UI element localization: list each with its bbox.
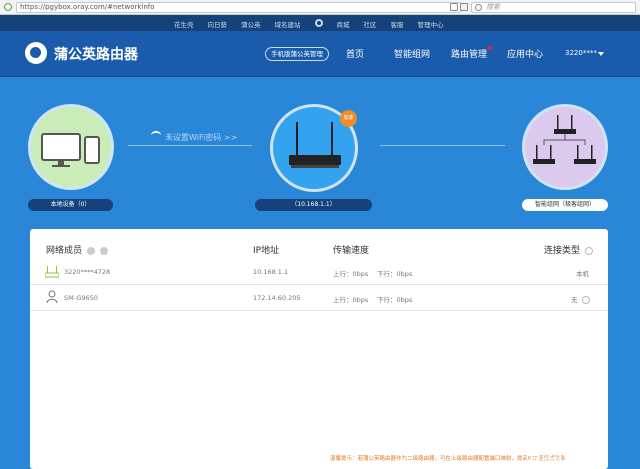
ip-header: IP地址 xyxy=(253,246,280,256)
member-upload: 上行：0bps xyxy=(333,296,369,304)
table-row[interactable]: 3220****4728 10.168.1.1 上行：0bps 下行：0bps … xyxy=(30,259,608,285)
help-icon[interactable] xyxy=(584,246,593,255)
smart-network-node[interactable] xyxy=(522,104,608,190)
connector-line-right xyxy=(380,145,505,146)
connector-line-left xyxy=(128,145,252,146)
oray-circle-icon[interactable] xyxy=(314,19,323,27)
member-name: 3220****4728 xyxy=(64,268,111,276)
member-download: 下行：0bps xyxy=(377,296,413,304)
member-conn-type: 本机 xyxy=(576,270,589,278)
members-panel: 网络成员 IP地址 传输速度 连接类型 3220****4728 10.168.… xyxy=(30,229,608,469)
local-devices-node[interactable] xyxy=(28,104,114,190)
topbar-link-xrk[interactable]: 向日葵 xyxy=(208,19,228,29)
search-icon xyxy=(475,4,482,11)
lock-icon xyxy=(4,3,12,11)
browser-search-input[interactable]: 搜索 xyxy=(471,2,636,13)
wifi-icon xyxy=(151,131,161,139)
username[interactable]: 3220**** xyxy=(565,49,597,57)
logo-text[interactable]: 蒲公英路由器 xyxy=(54,44,138,64)
topbar-link-domain[interactable]: 域名建站 xyxy=(275,19,301,29)
topbar-link-mall[interactable]: 商城 xyxy=(337,19,350,29)
local-devices-label[interactable]: 本地设备（0） xyxy=(28,199,113,211)
member-ip: 10.168.1.1 xyxy=(253,268,289,276)
oray-topbar: 花生壳 向日葵 蒲公英 域名建站 商城 社区 客服 管理中心 xyxy=(0,15,640,31)
topbar-link-service[interactable]: 客服 xyxy=(391,19,404,29)
router-icon xyxy=(45,266,59,278)
chevron-down-icon[interactable] xyxy=(598,52,604,56)
nav-home[interactable]: 首页 xyxy=(346,47,364,60)
member-name: SM-G9650 xyxy=(64,294,98,302)
member-ip: 172.14.60.205 xyxy=(253,294,301,302)
conn-type-header-label: 连接类型 xyxy=(544,246,581,256)
member-download: 下行：0bps xyxy=(377,270,413,278)
info-icon[interactable] xyxy=(99,246,108,255)
search-placeholder: 搜索 xyxy=(486,3,500,11)
watermark: 悟空问答 xyxy=(524,443,592,463)
mobile-manage-button[interactable]: 手机版蒲公英管理 xyxy=(265,47,329,61)
nav-router-manage[interactable]: 路由管理 xyxy=(451,47,487,60)
monitor-phone-icon xyxy=(41,133,100,167)
member-conn-type-label: 无 xyxy=(571,296,578,304)
topbar-links: 花生壳 向日葵 蒲公英 域名建站 商城 社区 客服 管理中心 xyxy=(174,19,458,29)
topbar-link-hsk[interactable]: 花生壳 xyxy=(174,19,194,29)
bookmark-star-icon[interactable] xyxy=(450,3,458,11)
member-header: 网络成员 xyxy=(46,243,108,256)
wifi-password-link[interactable]: 未设置WiFi密码 >> xyxy=(165,132,237,143)
user-icon xyxy=(46,290,58,304)
help-icon[interactable] xyxy=(581,296,590,304)
router-ip-label[interactable]: （10.168.1.1） xyxy=(255,199,372,211)
address-bar[interactable]: https://pgybox.oray.com/#networkinfo xyxy=(16,2,461,13)
main-header: 蒲公英路由器 手机版蒲公英管理 首页 智能组网 路由管理 应用中心 3220**… xyxy=(0,31,640,77)
topbar-link-admin[interactable]: 管理中心 xyxy=(418,19,444,29)
multi-router-icon xyxy=(533,115,596,164)
smart-network-label[interactable]: 智能组网（极客组网） xyxy=(522,199,608,211)
topbar-link-pgy[interactable]: 蒲公英 xyxy=(241,19,261,29)
member-conn-type: 无 xyxy=(571,294,590,304)
pgy-logo-icon[interactable] xyxy=(25,42,47,64)
accelerate-badge: 加速 xyxy=(340,110,357,127)
refresh-icon[interactable] xyxy=(86,246,95,255)
member-upload: 上行：0bps xyxy=(333,270,369,278)
browser-toolbar: https://pgybox.oray.com/#networkinfo 搜索 xyxy=(0,0,640,15)
topbar-link-community[interactable]: 社区 xyxy=(364,19,377,29)
reload-icon[interactable] xyxy=(460,3,468,11)
conn-type-header: 连接类型 xyxy=(544,243,593,256)
member-header-label: 网络成员 xyxy=(46,246,83,256)
nav-app-center[interactable]: 应用中心 xyxy=(507,47,543,60)
table-row[interactable]: SM-G9650 172.14.60.205 上行：0bps 下行：0bps 无 xyxy=(30,285,608,311)
nav-smart-network[interactable]: 智能组网 xyxy=(394,47,430,60)
speed-header: 传输速度 xyxy=(333,246,370,256)
notification-dot xyxy=(488,46,492,50)
